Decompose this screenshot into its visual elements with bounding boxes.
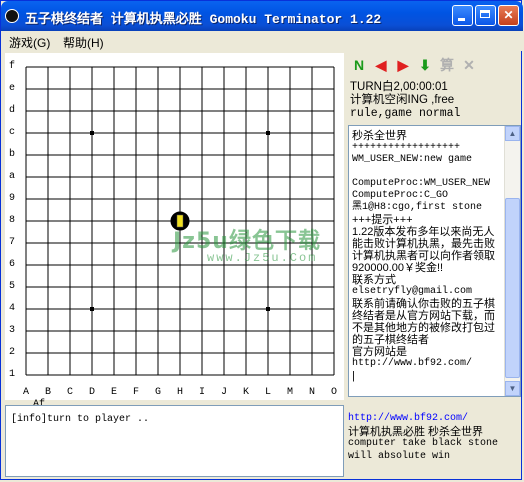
message-line: WM_USER_NEW:new game — [352, 154, 473, 165]
app-window: 五子棋终结者 计算机执黑必胜 Gomoku Terminator 1.22 ✕ … — [0, 0, 523, 480]
row-label: 1 — [8, 369, 15, 380]
message-line: ++++++++++++++++++ — [352, 142, 461, 153]
info-slogan: 计算机执黑必胜 秒杀全世界 — [348, 425, 484, 438]
column-label: O — [330, 387, 337, 398]
message-line: 联系前请确认你击败的五子棋终结者是从官方网站下载，而不是其他地方的被修改打包过的… — [352, 298, 495, 346]
row-label: b — [8, 149, 15, 160]
row-label: a — [8, 171, 15, 182]
rule-status: rule,game normal — [350, 107, 461, 120]
scroll-thumb[interactable] — [505, 198, 520, 378]
column-label: L — [264, 387, 271, 398]
message-line: ComputeProc:WM_USER_NEW — [352, 178, 491, 189]
arrow-left-icon: ◀ — [375, 57, 387, 73]
title-bar[interactable]: 五子棋终结者 计算机执黑必胜 Gomoku Terminator 1.22 ✕ — [1, 1, 523, 31]
minimize-button[interactable] — [452, 5, 473, 26]
column-label: G — [154, 387, 161, 398]
menu-game[interactable]: 游戏(G) — [9, 34, 50, 51]
column-label: I — [198, 387, 205, 398]
message-line: http://www.bf92.com/ — [352, 358, 473, 369]
redo-button[interactable]: ▶ — [394, 56, 412, 74]
message-log: 秒杀全世界 ++++++++++++++++++ WM_USER_NEW:new… — [352, 130, 502, 382]
info-english-1: computer take black stone — [348, 438, 499, 449]
star-point — [90, 131, 94, 135]
row-label: d — [8, 105, 15, 116]
message-line: ComputeProc:C_GO — [352, 190, 449, 201]
message-pane[interactable]: 秒杀全世界 ++++++++++++++++++ WM_USER_NEW:new… — [348, 125, 521, 397]
message-line: | — [352, 370, 355, 382]
arrow-right-icon: ▶ — [397, 57, 409, 73]
message-line: 联系方式 — [352, 274, 396, 286]
compute-button[interactable]: 算 — [438, 56, 456, 74]
chevron-up-icon: ▲ — [508, 129, 517, 138]
row-label: 9 — [8, 193, 15, 204]
cancel-button[interactable]: ✕ — [460, 56, 478, 74]
message-line: 官方网站是 — [352, 346, 407, 358]
column-label: E — [110, 387, 117, 398]
toolbar: N ◀ ▶ ⬇ 算 ✕ — [350, 53, 520, 77]
window-title: 五子棋终结者 计算机执黑必胜 Gomoku Terminator 1.22 — [25, 12, 382, 27]
arrow-down-icon: ⬇ — [419, 57, 431, 73]
row-label: 2 — [8, 347, 15, 358]
row-label: 6 — [8, 259, 15, 270]
message-line: +++提示+++ — [352, 214, 413, 226]
row-label: 7 — [8, 237, 15, 248]
menu-bar: 游戏(G) 帮助(H) — [1, 31, 523, 51]
message-scrollbar[interactable]: ▲ ▼ — [504, 126, 520, 396]
column-label: N — [308, 387, 315, 398]
row-label: 3 — [8, 325, 15, 336]
row-label: 4 — [8, 303, 15, 314]
log-pane[interactable]: [info]turn to player .. — [5, 405, 344, 477]
message-line: 秒杀全世界 — [352, 130, 407, 142]
scroll-down-button[interactable]: ▼ — [505, 381, 520, 396]
column-label: B — [44, 387, 51, 398]
row-label: c — [8, 127, 15, 138]
new-game-button[interactable]: N — [350, 56, 368, 74]
official-site-link[interactable]: http://www.bf92.com/ — [348, 413, 520, 426]
column-label: J — [220, 387, 227, 398]
message-line: 1.22版本发布多年以来尚无人能击败计算机执黑，最先击败计算机执黑者可以向作者领… — [352, 226, 495, 274]
watermark-url: www.Jz5u.Com — [207, 251, 318, 265]
column-label: C — [66, 387, 73, 398]
message-line: elsetryfly@gmail.com — [352, 286, 473, 297]
new-game-icon: N — [353, 57, 365, 73]
compute-icon: 算 — [440, 57, 454, 73]
cancel-icon: ✕ — [463, 57, 475, 73]
watermark: Jz5u绿色下载 www.Jz5u.Com — [173, 223, 353, 273]
maximize-button[interactable] — [475, 5, 496, 26]
column-label: D — [88, 387, 95, 398]
message-line — [352, 166, 502, 178]
info-pane: http://www.bf92.com/ 计算机执黑必胜 秒杀全世界 compu… — [348, 405, 520, 477]
column-label: A — [22, 387, 29, 398]
log-text: [info]turn to player .. — [11, 414, 150, 425]
star-point — [266, 131, 270, 135]
star-point — [90, 307, 94, 311]
status-panel: TURN白2,00:00:01 计算机空闲ING ,free rule,game… — [350, 81, 518, 120]
row-label: 5 — [8, 281, 15, 292]
star-point — [266, 307, 270, 311]
scroll-up-button[interactable]: ▲ — [505, 126, 520, 141]
row-label: 8 — [8, 215, 15, 226]
message-line: 黑1@H8:cgo,first stone — [352, 202, 483, 213]
close-button[interactable]: ✕ — [498, 5, 519, 26]
info-english-2: will absolute win — [348, 450, 451, 462]
engine-status: 计算机空闲ING ,free — [350, 94, 455, 106]
gomoku-stone-icon — [5, 9, 19, 23]
row-label: f — [8, 61, 15, 72]
column-label: K — [242, 387, 249, 398]
turn-status: TURN白2,00:00:01 — [350, 81, 448, 93]
column-label: H — [176, 387, 183, 398]
chevron-down-icon: ▼ — [508, 384, 517, 393]
row-label: e — [8, 83, 15, 94]
column-label: M — [286, 387, 293, 398]
column-label: F — [132, 387, 139, 398]
move-down-button[interactable]: ⬇ — [416, 56, 434, 74]
undo-button[interactable]: ◀ — [372, 56, 390, 74]
menu-help[interactable]: 帮助(H) — [63, 34, 104, 51]
